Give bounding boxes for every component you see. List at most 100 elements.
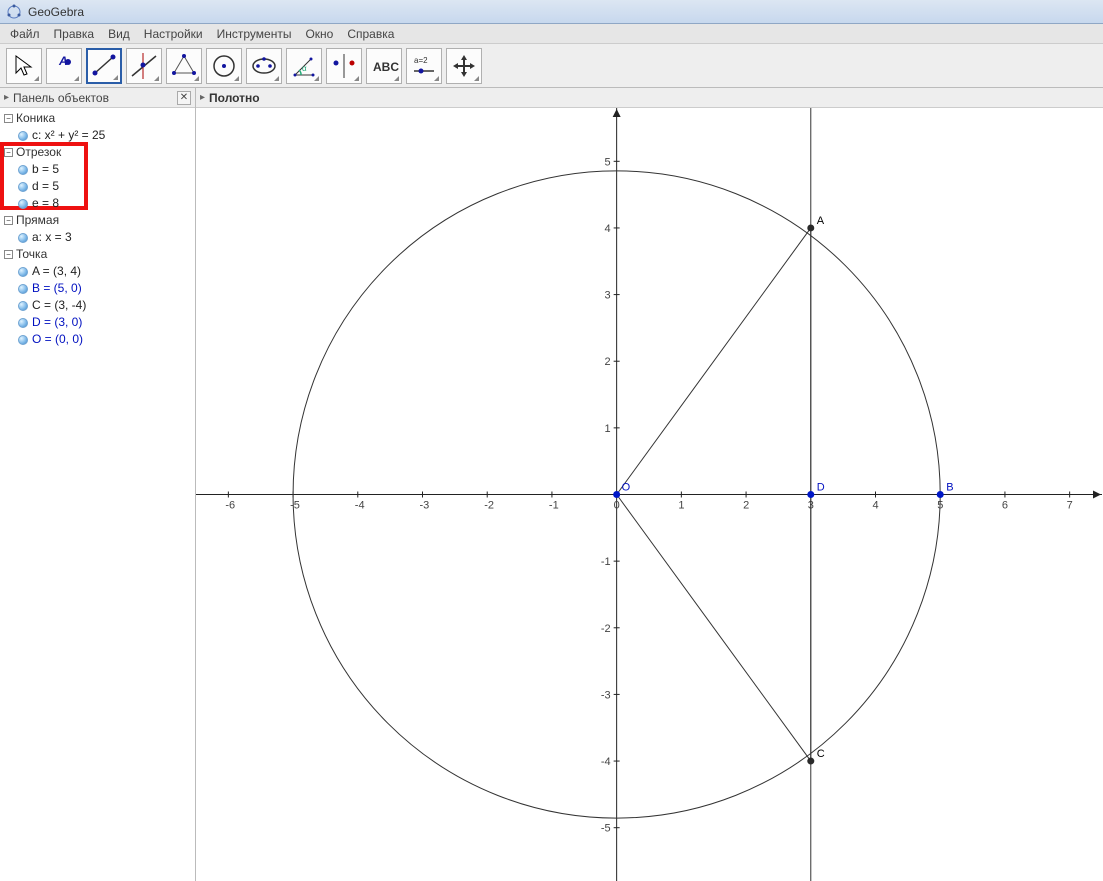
object-panel-header[interactable]: ▸ Панель объектов ✕ [0, 88, 195, 108]
object-label: d = 5 [32, 178, 59, 195]
tree-group-header[interactable]: −Коника [4, 110, 195, 127]
object-visibility-icon[interactable] [18, 199, 28, 209]
object-panel-title: Панель объектов [13, 91, 109, 105]
tree-items: a: x = 3 [4, 229, 195, 246]
svg-text:ABC: ABC [373, 60, 399, 74]
x-tick-label: 4 [873, 500, 879, 512]
tree-group-header[interactable]: −Отрезок [4, 144, 195, 161]
tree-item[interactable]: O = (0, 0) [18, 331, 195, 348]
x-tick-label: -1 [549, 500, 559, 512]
object-tree: −Коникаc: x² + y² = 25−Отрезокb = 5d = 5… [0, 108, 195, 348]
tree-item[interactable]: B = (5, 0) [18, 280, 195, 297]
tree-group: −Отрезокb = 5d = 5e = 8 [2, 144, 195, 212]
object-visibility-icon[interactable] [18, 318, 28, 328]
dropdown-indicator-icon [474, 76, 479, 81]
object-panel: ▸ Панель объектов ✕ −Коникаc: x² + y² = … [0, 88, 196, 881]
tree-items: A = (3, 4)B = (5, 0)C = (3, -4)D = (3, 0… [4, 263, 195, 348]
object-visibility-icon[interactable] [18, 267, 28, 277]
point-object[interactable] [807, 224, 814, 231]
text-tool[interactable]: ABC [366, 48, 402, 84]
object-visibility-icon[interactable] [18, 233, 28, 243]
menu-window[interactable]: Окно [299, 25, 339, 43]
point-label: C [817, 748, 825, 760]
segment-object[interactable] [617, 228, 811, 495]
y-tick-label: -3 [601, 689, 611, 701]
collapse-icon[interactable]: − [4, 148, 13, 157]
line-through-point-tool[interactable] [126, 48, 162, 84]
svg-text:A: A [58, 54, 68, 68]
object-label: O = (0, 0) [32, 331, 83, 348]
menu-settings[interactable]: Настройки [138, 25, 209, 43]
point-object[interactable] [807, 758, 814, 765]
point-object[interactable] [937, 491, 944, 498]
angle-tool[interactable]: α [286, 48, 322, 84]
object-visibility-icon[interactable] [18, 131, 28, 141]
conic-tool[interactable] [246, 48, 282, 84]
polygon-tool[interactable] [166, 48, 202, 84]
object-label: C = (3, -4) [32, 297, 86, 314]
graphics-view[interactable]: -6-5-4-3-2-101234567-5-4-3-2-112345OABCD [196, 108, 1103, 881]
menu-help[interactable]: Справка [341, 25, 400, 43]
tree-group: −ТочкаA = (3, 4)B = (5, 0)C = (3, -4)D =… [2, 246, 195, 348]
object-label: A = (3, 4) [32, 263, 81, 280]
object-visibility-icon[interactable] [18, 165, 28, 175]
tree-item[interactable]: d = 5 [18, 178, 195, 195]
dropdown-indicator-icon [154, 76, 159, 81]
menu-view[interactable]: Вид [102, 25, 136, 43]
tree-item[interactable]: C = (3, -4) [18, 297, 195, 314]
object-visibility-icon[interactable] [18, 301, 28, 311]
dropdown-indicator-icon [394, 76, 399, 81]
object-label: b = 5 [32, 161, 59, 178]
tree-group-header[interactable]: −Точка [4, 246, 195, 263]
segment-tool[interactable] [86, 48, 122, 84]
point-label: B [946, 482, 953, 494]
point-object[interactable] [807, 491, 814, 498]
segment-object[interactable] [617, 495, 811, 762]
tree-item[interactable]: A = (3, 4) [18, 263, 195, 280]
point-tool[interactable]: A [46, 48, 82, 84]
x-tick-label: -6 [225, 500, 235, 512]
move-view-tool[interactable] [446, 48, 482, 84]
dropdown-indicator-icon [314, 76, 319, 81]
app-title: GeoGebra [28, 5, 84, 19]
slider-tool[interactable]: a=2 [406, 48, 442, 84]
tree-item[interactable]: a: x = 3 [18, 229, 195, 246]
collapse-icon[interactable]: − [4, 216, 13, 225]
y-tick-label: 4 [605, 223, 611, 235]
app-icon [6, 4, 22, 20]
y-tick-label: -1 [601, 556, 611, 568]
object-label: e = 8 [32, 195, 59, 212]
canvas-header[interactable]: ▸ Полотно [196, 88, 1103, 108]
tree-item[interactable]: D = (3, 0) [18, 314, 195, 331]
dropdown-indicator-icon [113, 75, 118, 80]
x-tick-label: 7 [1067, 500, 1073, 512]
tree-item[interactable]: b = 5 [18, 161, 195, 178]
canvas-panel: ▸ Полотно -6-5-4-3-2-101234567-5-4-3-2-1… [196, 88, 1103, 881]
reflect-tool[interactable] [326, 48, 362, 84]
collapse-icon[interactable]: − [4, 250, 13, 259]
y-tick-label: -2 [601, 623, 611, 635]
object-visibility-icon[interactable] [18, 335, 28, 345]
point-object[interactable] [613, 491, 620, 498]
menu-file[interactable]: Файл [4, 25, 46, 43]
x-tick-label: 1 [678, 500, 684, 512]
x-tick-label: -3 [420, 500, 430, 512]
x-tick-label: -5 [290, 500, 300, 512]
close-icon[interactable]: ✕ [177, 91, 191, 105]
move-tool[interactable] [6, 48, 42, 84]
main-split: ▸ Панель объектов ✕ −Коникаc: x² + y² = … [0, 88, 1103, 881]
object-visibility-icon[interactable] [18, 182, 28, 192]
collapse-icon[interactable]: − [4, 114, 13, 123]
object-visibility-icon[interactable] [18, 284, 28, 294]
dropdown-indicator-icon [234, 76, 239, 81]
x-tick-label: 2 [743, 500, 749, 512]
menu-tools[interactable]: Инструменты [211, 25, 298, 43]
dropdown-indicator-icon [354, 76, 359, 81]
circle-tool[interactable] [206, 48, 242, 84]
tree-item[interactable]: c: x² + y² = 25 [18, 127, 195, 144]
tree-group-header[interactable]: −Прямая [4, 212, 195, 229]
point-label: O [622, 482, 631, 494]
tree-item[interactable]: e = 8 [18, 195, 195, 212]
dropdown-indicator-icon [194, 76, 199, 81]
menu-edit[interactable]: Правка [48, 25, 101, 43]
